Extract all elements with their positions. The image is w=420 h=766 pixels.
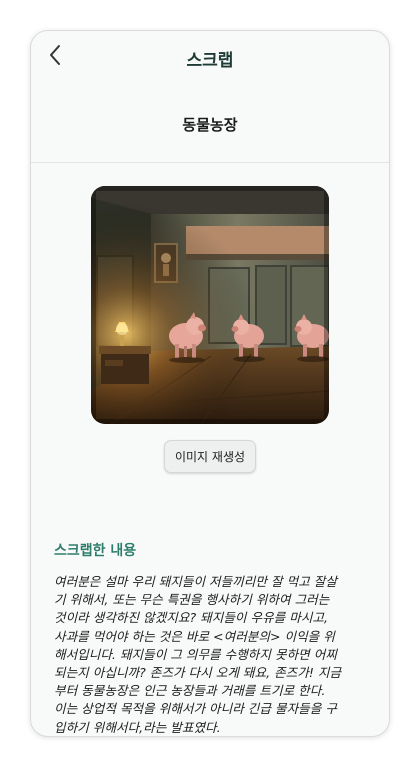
scrap-line: 해서입니다. 돼지들이 그 의무를 수행하지 못하면 어찌 [54, 646, 337, 662]
regenerate-image-button[interactable]: 이미지 재생성 [164, 440, 256, 473]
scrap-line: 입하기 위해서다,라는 발표였다. [54, 719, 221, 735]
scrap-line: 되는지 아십니까? 존즈가 다시 오게 돼요, 존즈가! 지금 [54, 665, 342, 681]
page-title: 스크랩 [186, 51, 234, 71]
scrap-line: 것이라 생각하진 않겠지요? 돼지들이 우유를 마시고, [54, 610, 329, 626]
scrap-content: 여러분은 설마 우리 돼지들이 저들끼리만 잘 먹고 잘살 기 위해서, 또는 … [54, 573, 370, 736]
phone-frame: 스크랩 동물농장 이미지 재생성 스크랩한 내용 여러분은 설마 우리 돼지들이… [30, 30, 390, 737]
app-bar: 스크랩 [31, 31, 389, 85]
scrap-line: 이는 상업적 목적을 위해서가 아니라 긴급 물자들을 구 [54, 701, 337, 717]
divider [31, 162, 389, 163]
scrap-section-heading: 스크랩한 내용 [54, 543, 137, 559]
scrap-line: 사과를 먹어야 하는 것은 바로 <여러분의> 이익을 위 [54, 628, 335, 644]
scrap-line: 기 위해서, 또는 무슨 특권을 행사하기 위하여 그러는 [54, 592, 330, 608]
scrap-line: 부터 동물농장은 인근 농장들과 거래를 트기로 한다. [54, 683, 326, 699]
book-title: 동물농장 [182, 116, 238, 134]
generated-illustration [91, 186, 329, 424]
scrap-line: 여러분은 설마 우리 돼지들이 저들끼리만 잘 먹고 잘살 [54, 574, 337, 589]
